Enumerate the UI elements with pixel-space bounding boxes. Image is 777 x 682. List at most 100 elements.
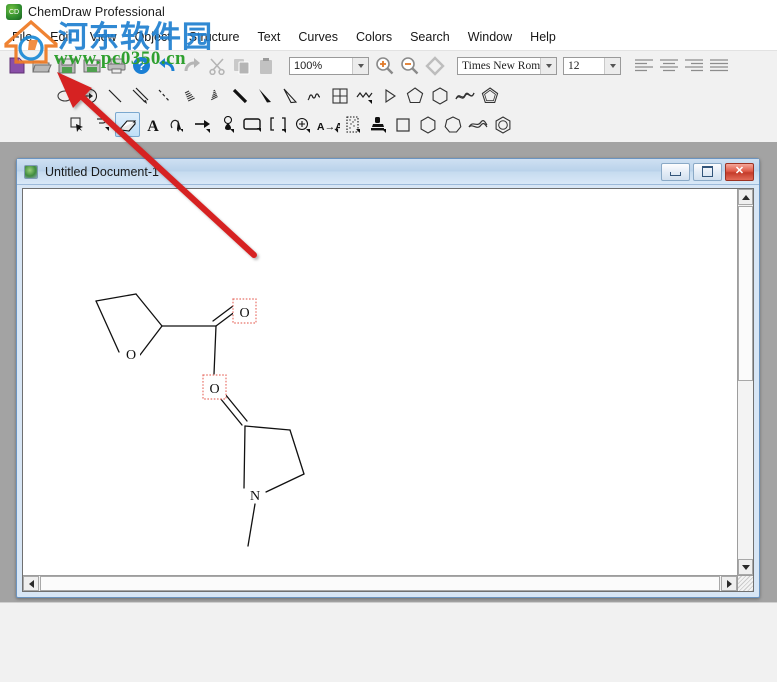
wavy-shape-tool-icon[interactable] bbox=[465, 112, 490, 137]
scroll-down-button[interactable] bbox=[738, 559, 753, 575]
svg-text:O: O bbox=[209, 382, 219, 397]
align-justify-icon[interactable] bbox=[706, 53, 731, 78]
maximize-button[interactable] bbox=[693, 162, 722, 181]
resize-grip[interactable] bbox=[737, 575, 753, 591]
svg-text:O: O bbox=[239, 306, 249, 321]
scroll-down-arrow-icon bbox=[741, 564, 750, 570]
application-titlebar: ChemDraw Professional bbox=[0, 0, 777, 24]
hashed-bond-tool-icon[interactable] bbox=[177, 83, 202, 108]
square-tool-icon[interactable] bbox=[390, 112, 415, 137]
font-size-combobox[interactable]: 12 bbox=[563, 56, 621, 75]
fontsize-dropdown-arrow-icon[interactable] bbox=[604, 57, 620, 74]
eraser-tool-icon[interactable] bbox=[115, 112, 140, 137]
zoom-dropdown-arrow-icon[interactable] bbox=[352, 57, 368, 74]
scroll-right-button[interactable] bbox=[721, 576, 737, 591]
carbonyl-oxygen-atom-2[interactable]: O bbox=[202, 374, 227, 400]
document-titlebar[interactable]: Untitled Document-1* ✕ bbox=[17, 159, 759, 185]
align-left-icon[interactable] bbox=[631, 53, 656, 78]
menu-item-search[interactable]: Search bbox=[402, 28, 458, 46]
zoom-level-combobox[interactable]: 100% bbox=[289, 56, 369, 75]
menu-item-object[interactable]: Object bbox=[127, 28, 179, 46]
align-right-icon[interactable] bbox=[681, 53, 706, 78]
menu-item-edit[interactable]: Edit bbox=[42, 28, 80, 46]
wedged-bond-tool-icon[interactable] bbox=[252, 83, 277, 108]
redo-icon[interactable] bbox=[179, 53, 204, 78]
dashed-bond-tool-icon[interactable] bbox=[152, 83, 177, 108]
document-icon bbox=[24, 164, 38, 179]
menu-item-window[interactable]: Window bbox=[460, 28, 520, 46]
new-document-icon[interactable] bbox=[4, 53, 29, 78]
marquee-select-tool-icon[interactable] bbox=[52, 83, 77, 108]
copy-icon[interactable] bbox=[229, 53, 254, 78]
vertical-scrollbar[interactable] bbox=[737, 189, 753, 575]
menu-item-structure[interactable]: Structure bbox=[181, 28, 248, 46]
undo-icon[interactable] bbox=[154, 53, 179, 78]
minimize-button[interactable] bbox=[661, 162, 690, 181]
svg-text:?: ? bbox=[138, 59, 145, 73]
wavy-bond-tool-icon[interactable] bbox=[302, 83, 327, 108]
bold-bond-tool-icon[interactable] bbox=[227, 83, 252, 108]
open-document-icon[interactable] bbox=[29, 53, 54, 78]
print-icon[interactable] bbox=[104, 53, 129, 78]
horizontal-scrollbar-thumb[interactable] bbox=[40, 576, 720, 591]
font-dropdown-arrow-icon[interactable] bbox=[540, 57, 556, 74]
menu-item-text[interactable]: Text bbox=[249, 28, 288, 46]
menu-item-colors[interactable]: Colors bbox=[348, 28, 400, 46]
status-strip bbox=[0, 602, 777, 682]
horizontal-scrollbar[interactable] bbox=[23, 575, 737, 591]
charge-tool-icon[interactable] bbox=[290, 112, 315, 137]
hexagon-ring-tool-icon[interactable] bbox=[415, 112, 440, 137]
stamp-tool-icon[interactable] bbox=[365, 112, 390, 137]
solid-bond-tool-icon[interactable] bbox=[102, 83, 127, 108]
cycloheptane-ring-tool-icon[interactable] bbox=[452, 83, 477, 108]
cyclopentane-ring-tool-icon[interactable] bbox=[402, 83, 427, 108]
scroll-up-button[interactable] bbox=[738, 189, 753, 205]
carbonyl-oxygen-atom-1[interactable]: O bbox=[232, 298, 257, 324]
paste-icon[interactable] bbox=[254, 53, 279, 78]
molecule-structure: O O O N bbox=[95, 293, 305, 547]
arrow-tool-icon[interactable] bbox=[377, 83, 402, 108]
cut-icon[interactable] bbox=[204, 53, 229, 78]
font-family-combobox[interactable]: Times New Roman bbox=[457, 56, 557, 75]
menu-item-view[interactable]: View bbox=[82, 28, 125, 46]
heptagon-ring-tool-icon[interactable] bbox=[440, 112, 465, 137]
text-tool-icon[interactable]: A bbox=[140, 112, 165, 137]
arrow-object-tool-icon[interactable] bbox=[190, 112, 215, 137]
bracket-tool-icon[interactable] bbox=[265, 112, 290, 137]
table-tool-icon[interactable] bbox=[327, 83, 352, 108]
save-document-icon[interactable] bbox=[54, 53, 79, 78]
align-center-icon[interactable] bbox=[656, 53, 681, 78]
menu-item-file[interactable]: File bbox=[4, 28, 40, 46]
drawing-tools-toolbar-row1 bbox=[0, 81, 777, 110]
fit-to-window-icon[interactable] bbox=[422, 53, 447, 78]
menu-item-curves[interactable]: Curves bbox=[290, 28, 346, 46]
multiple-bond-tool-icon[interactable] bbox=[127, 83, 152, 108]
selection-tool-icon[interactable] bbox=[65, 112, 90, 137]
orbital-tool-icon[interactable] bbox=[215, 112, 240, 137]
aromatic-ring-tool-icon[interactable] bbox=[490, 112, 515, 137]
atom-query-tool-icon[interactable]: A→A bbox=[315, 112, 340, 137]
menu-item-help[interactable]: Help bbox=[522, 28, 564, 46]
zoom-level-value: 100% bbox=[294, 59, 323, 72]
lasso-tool-icon[interactable] bbox=[90, 112, 115, 137]
help-icon[interactable]: ? bbox=[129, 53, 154, 78]
drawing-element-tool-icon[interactable] bbox=[240, 112, 265, 137]
cyclohexane-ring-tool-icon[interactable] bbox=[427, 83, 452, 108]
scroll-left-button[interactable] bbox=[23, 576, 39, 591]
ring-oxygen-atom[interactable]: O bbox=[123, 345, 140, 363]
zoom-in-icon[interactable] bbox=[372, 53, 397, 78]
hollow-wedge-bond-tool-icon[interactable] bbox=[277, 83, 302, 108]
shaded-box-tool-icon[interactable] bbox=[340, 112, 365, 137]
pen-tool-icon[interactable] bbox=[165, 112, 190, 137]
chain-tool-icon[interactable] bbox=[352, 83, 377, 108]
vertical-scrollbar-thumb[interactable] bbox=[738, 206, 753, 381]
close-button[interactable]: ✕ bbox=[725, 162, 754, 181]
zoom-out-icon[interactable] bbox=[397, 53, 422, 78]
drawing-canvas[interactable]: O O O N bbox=[23, 189, 737, 575]
pyrrolidine-nitrogen-atom[interactable]: N bbox=[246, 485, 264, 504]
hashed-wedge-bond-tool-icon[interactable] bbox=[202, 83, 227, 108]
cyclopentadiene-ring-tool-icon[interactable] bbox=[477, 83, 502, 108]
save-as-icon[interactable] bbox=[79, 53, 104, 78]
lasso-select-tool-icon[interactable] bbox=[77, 83, 102, 108]
menu-bar: File Edit View Object Structure Text Cur… bbox=[0, 24, 777, 50]
